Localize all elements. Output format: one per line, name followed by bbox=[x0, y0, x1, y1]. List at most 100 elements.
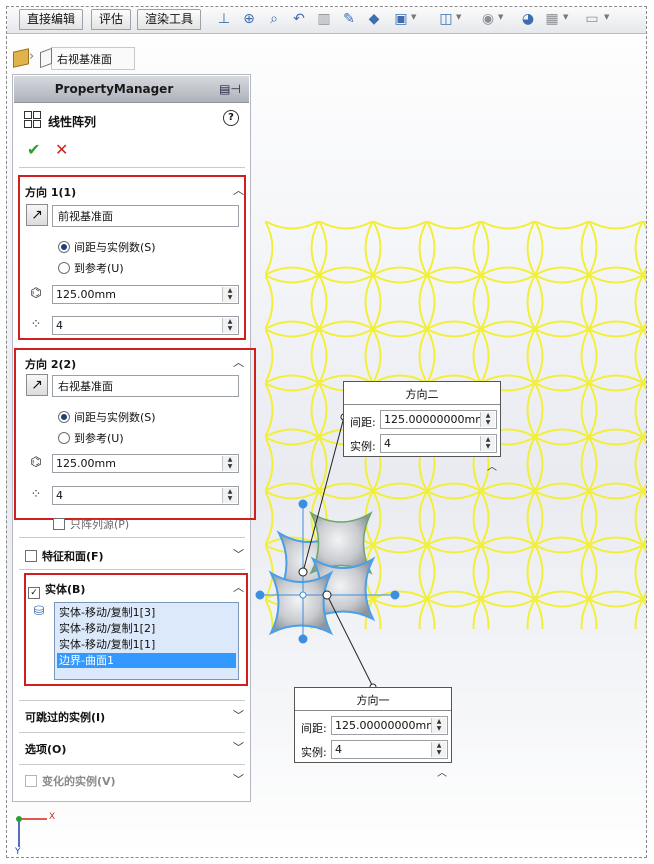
divider bbox=[19, 764, 245, 765]
count-label: 实例: bbox=[350, 440, 376, 453]
direction-2-reference: 右视基准面 bbox=[58, 380, 113, 393]
solidworks-window: 直接编辑 评估 渲染工具 ⊥ ⊕ ⌕ ↶ ▥ ✎ ◆ ▣ ▼ ◫ ▼ ◉ ▼ ◕… bbox=[6, 6, 647, 858]
direction-1-spacing-stepper[interactable]: 125.00mm ▲ ▼ bbox=[52, 285, 239, 304]
stepper-arrows-icon[interactable]: ▲ ▼ bbox=[222, 287, 237, 302]
property-manager-title: PropertyManager bbox=[54, 82, 174, 96]
expand-chevron-down-icon[interactable]: ﹀ bbox=[233, 771, 244, 787]
stepper-arrows-icon[interactable]: ▲ ▼ bbox=[222, 318, 237, 333]
direction-1-count-stepper[interactable]: 4 ▲ ▼ bbox=[52, 316, 239, 335]
checkbox-checked-icon[interactable]: ✓ bbox=[28, 587, 40, 599]
section-title-direction-2[interactable]: 方向 2(2) bbox=[25, 356, 76, 372]
radio-label: 到参考(U) bbox=[74, 262, 124, 275]
bodies-checkbox[interactable]: ✓ 实体(B) bbox=[28, 581, 85, 599]
count-value: 4 bbox=[384, 437, 391, 450]
section-title-options[interactable]: 选项(O) bbox=[25, 741, 66, 757]
spacing-d1-icon: ⌬ bbox=[30, 286, 42, 301]
radio-label: 到参考(U) bbox=[74, 432, 124, 445]
expand-chevron-down-icon[interactable]: ﹀ bbox=[233, 739, 244, 755]
expand-chevron-down-icon[interactable]: ﹀ bbox=[233, 546, 244, 562]
divider bbox=[19, 569, 245, 570]
section-title-bodies: 实体(B) bbox=[45, 583, 86, 596]
count-value: 4 bbox=[335, 743, 342, 756]
divider bbox=[19, 732, 245, 733]
feature-title-row: 线性阵列 ? bbox=[14, 103, 249, 133]
radio-icon[interactable] bbox=[58, 262, 70, 274]
direction-2-reference-field[interactable]: 右视基准面 bbox=[52, 375, 239, 397]
property-manager-header: PropertyManager ▤⊣ bbox=[14, 76, 249, 103]
radio-spacing-instances[interactable]: 间距与实例数(S) bbox=[58, 239, 156, 255]
instances-icon: ⁘ bbox=[30, 487, 42, 502]
direction-1-reference-field[interactable]: 前视基准面 bbox=[52, 205, 239, 227]
stepper-arrows-icon[interactable]: ▲ ▼ bbox=[480, 436, 495, 451]
triad-x-label: X bbox=[49, 812, 56, 822]
collapse-chevron-up-icon[interactable]: ︿ bbox=[233, 182, 244, 198]
count-stepper[interactable]: 4 ▲ ▼ bbox=[380, 434, 497, 453]
coordinate-triad bbox=[16, 816, 47, 847]
radio-icon[interactable] bbox=[58, 432, 70, 444]
varied-instances-checkbox[interactable]: 变化的实例(V) bbox=[25, 773, 116, 789]
divider bbox=[344, 404, 500, 405]
checkbox-icon[interactable] bbox=[25, 550, 37, 562]
radio-selected-icon[interactable] bbox=[58, 411, 70, 423]
direction-1-spacing: 125.00mm bbox=[56, 288, 116, 301]
divider bbox=[295, 710, 451, 711]
collapse-chevron-up-icon[interactable]: ︿ bbox=[437, 764, 447, 779]
callout-direction-2[interactable]: 方向二 间距: 125.00000000mm ▲ ▼ 实例: 4 ▲ ▼ bbox=[343, 381, 501, 457]
collapse-chevron-up-icon[interactable]: ︿ bbox=[487, 458, 497, 473]
section-title-direction-1[interactable]: 方向 1(1) bbox=[25, 184, 76, 200]
callout-direction-1[interactable]: 方向一 间距: 125.00000000mm ▲ ▼ 实例: 4 ▲ ▼ bbox=[294, 687, 452, 763]
divider bbox=[19, 700, 245, 701]
stepper-arrows-icon[interactable]: ▲ ▼ bbox=[222, 488, 237, 503]
section-title-varied-instances: 变化的实例(V) bbox=[42, 775, 116, 788]
section-title-features-faces: 特征和面(F) bbox=[42, 550, 104, 563]
list-item[interactable]: 实体-移动/复制1[3] bbox=[57, 605, 236, 620]
list-item-selected[interactable]: 边界-曲面1 bbox=[57, 653, 236, 668]
spacing-label: 间距: bbox=[350, 416, 376, 429]
reverse-direction-icon[interactable]: ↗ bbox=[26, 204, 48, 226]
divider bbox=[19, 167, 245, 168]
radio-label: 间距与实例数(S) bbox=[74, 241, 156, 254]
feature-title: 线性阵列 bbox=[48, 115, 97, 129]
radio-up-to-reference[interactable]: 到参考(U) bbox=[58, 430, 124, 446]
property-manager: PropertyManager ▤⊣ 线性阵列 ? ✔ ✕ 方向 1(1) ︿ … bbox=[12, 74, 256, 802]
callout-title: 方向一 bbox=[356, 694, 390, 707]
reverse-direction-icon[interactable]: ↗ bbox=[26, 374, 48, 396]
section-title-skip-instances[interactable]: 可跳过的实例(I) bbox=[25, 709, 105, 725]
collapse-chevron-up-icon[interactable]: ︿ bbox=[233, 354, 244, 370]
bodies-list[interactable]: 实体-移动/复制1[3] 实体-移动/复制1[2] 实体-移动/复制1[1] 边… bbox=[54, 602, 239, 680]
callout-title: 方向二 bbox=[405, 388, 439, 401]
stepper-arrows-icon[interactable]: ▲ ▼ bbox=[431, 742, 446, 757]
linear-pattern-icon bbox=[24, 111, 41, 128]
spacing-stepper[interactable]: 125.00000000mm ▲ ▼ bbox=[380, 410, 497, 429]
radio-up-to-reference[interactable]: 到参考(U) bbox=[58, 260, 124, 276]
direction-1-count: 4 bbox=[56, 319, 63, 332]
direction-2-count-stepper[interactable]: 4 ▲ ▼ bbox=[52, 486, 239, 505]
radio-spacing-instances[interactable]: 间距与实例数(S) bbox=[58, 409, 156, 425]
radio-label: 间距与实例数(S) bbox=[74, 411, 156, 424]
triad-y-label: Y bbox=[15, 847, 21, 857]
stepper-arrows-icon[interactable]: ▲ ▼ bbox=[431, 718, 446, 733]
seed-only-checkbox[interactable]: 只阵列源(P) bbox=[53, 516, 129, 532]
bodies-to-pattern-icon: ⛁ bbox=[33, 604, 45, 619]
count-stepper[interactable]: 4 ▲ ▼ bbox=[331, 740, 448, 759]
stepper-arrows-icon[interactable]: ▲ ▼ bbox=[480, 412, 495, 427]
pin-icon[interactable]: ▤⊣ bbox=[215, 81, 245, 97]
list-item[interactable]: 实体-移动/复制1[1] bbox=[57, 637, 236, 652]
radio-selected-icon[interactable] bbox=[58, 241, 70, 253]
ok-button[interactable]: ✔ bbox=[27, 140, 40, 159]
features-faces-checkbox[interactable]: 特征和面(F) bbox=[25, 548, 104, 564]
count-label: 实例: bbox=[301, 746, 327, 759]
spacing-stepper[interactable]: 125.00000000mm ▲ ▼ bbox=[331, 716, 448, 735]
stepper-arrows-icon[interactable]: ▲ ▼ bbox=[222, 456, 237, 471]
direction-2-count: 4 bbox=[56, 489, 63, 502]
help-icon[interactable]: ? bbox=[223, 110, 239, 126]
direction-2-spacing: 125.00mm bbox=[56, 457, 116, 470]
list-item[interactable]: 实体-移动/复制1[2] bbox=[57, 621, 236, 636]
expand-chevron-down-icon[interactable]: ﹀ bbox=[233, 707, 244, 723]
cancel-button[interactable]: ✕ bbox=[55, 140, 68, 159]
collapse-chevron-up-icon[interactable]: ︿ bbox=[233, 579, 244, 595]
checkbox-icon[interactable] bbox=[53, 518, 65, 530]
checkbox-icon[interactable] bbox=[25, 775, 37, 787]
direction-2-spacing-stepper[interactable]: 125.00mm ▲ ▼ bbox=[52, 454, 239, 473]
checkbox-label: 只阵列源(P) bbox=[70, 518, 130, 531]
